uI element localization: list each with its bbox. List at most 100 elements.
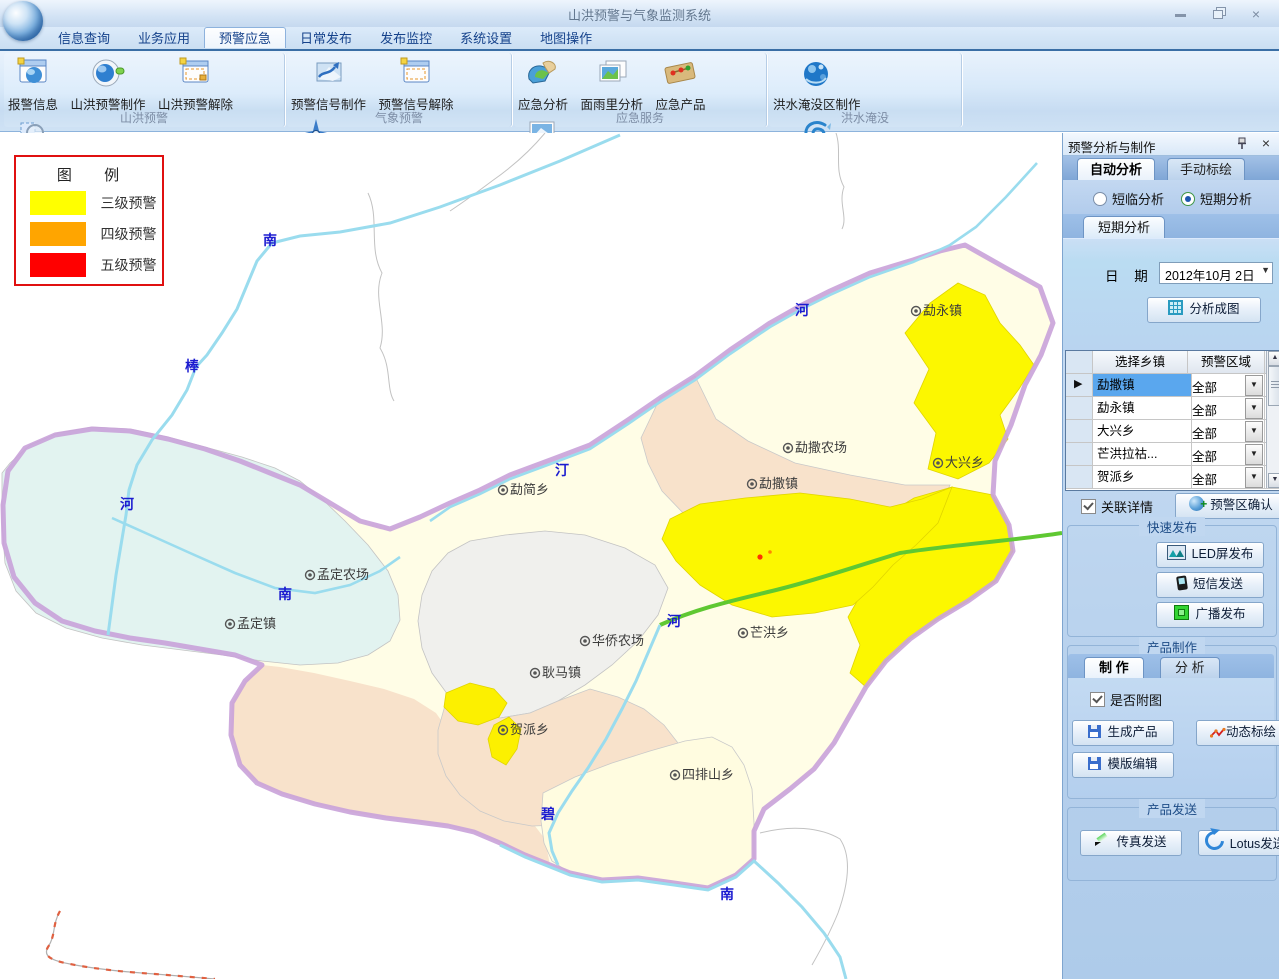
legend-swatch-level5 [30, 253, 86, 277]
scroll-up-icon[interactable]: ▲ [1268, 351, 1279, 366]
chevron-down-icon[interactable]: ▼ [1245, 421, 1263, 442]
flood-zone-create-icon [797, 57, 837, 91]
confirm-warning-area-button[interactable]: 预警区确认 [1175, 493, 1279, 519]
border-line [46, 911, 215, 979]
town-selection-table: 选择乡镇 预警区域 ▶ 勐撒镇 全部▼ 勐永镇 全部▼ 大兴乡 全部▼ 芒洪拉祜… [1065, 350, 1279, 491]
flood-warning-cancel-icon [178, 57, 212, 91]
attach-map-checkbox[interactable]: 是否附图 [1090, 690, 1162, 710]
legend-item: 五级预警 [30, 253, 162, 281]
sms-send-button[interactable]: 短信发送 [1156, 572, 1264, 598]
chevron-down-icon[interactable]: ▼ [1245, 375, 1263, 396]
svg-text:勐撒镇: 勐撒镇 [759, 476, 798, 491]
svg-text:勐撒农场: 勐撒农场 [795, 440, 847, 455]
svg-text:四排山乡: 四排山乡 [682, 767, 734, 782]
app-logo-globe-icon [3, 1, 43, 41]
flood-warning-create-icon [88, 57, 128, 91]
panel-header: 预警分析与制作 × [1063, 133, 1279, 156]
make-body: 是否附图 生成产品 动态标绘 模版编辑 [1068, 678, 1274, 796]
chevron-down-icon[interactable]: ▼ [1245, 398, 1263, 419]
area-rainfall-analysis-icon [594, 57, 630, 91]
table-row[interactable]: 芒洪拉祜... 全部▼ [1066, 443, 1279, 466]
date-combobox[interactable]: 2012年10月 2日 ▼ [1159, 262, 1273, 284]
legend-item: 四级预警 [30, 222, 162, 250]
ribbon-group-weather-warning: 预警信号制作 预警信号解除 产品查询 气象预警 [287, 53, 512, 127]
svg-text:孟定农场: 孟定农场 [317, 567, 369, 582]
svg-text:华侨农场: 华侨农场 [592, 633, 644, 648]
flood-warning-create-button[interactable]: 山洪预警制作 [66, 53, 149, 113]
restore-button[interactable] [1203, 6, 1233, 22]
tab-info-query[interactable]: 信息查询 [44, 28, 124, 48]
table-row[interactable]: 勐永镇 全部▼ [1066, 397, 1279, 420]
chevron-down-icon[interactable]: ▼ [1245, 444, 1263, 465]
chevron-down-icon[interactable]: ▼ [1245, 467, 1263, 488]
broadcast-publish-button[interactable]: 广播发布 [1156, 602, 1264, 628]
table-row[interactable]: ▶ 勐撒镇 全部▼ [1066, 374, 1279, 397]
tab-auto-analysis[interactable]: 自动分析 [1077, 158, 1155, 180]
column-header-town[interactable]: 选择乡镇 [1093, 351, 1188, 374]
lotus-send-button[interactable]: Lotus发送 [1198, 830, 1279, 856]
generate-product-button[interactable]: 生成产品 [1072, 720, 1174, 746]
alert-dot [757, 554, 762, 559]
legend-title: 图 例 [28, 164, 162, 185]
link-detail-checkbox[interactable]: 关联详情 [1081, 497, 1153, 517]
tab-business[interactable]: 业务应用 [124, 28, 204, 48]
dynamic-plot-panel-button[interactable]: 动态标绘 [1196, 720, 1279, 746]
tab-publish-monitor[interactable]: 发布监控 [366, 28, 446, 48]
minimize-button[interactable] [1165, 6, 1195, 22]
river-label: 棒 [185, 358, 200, 374]
pin-icon[interactable] [1236, 137, 1248, 150]
group-title: 产品发送 [1139, 799, 1205, 818]
column-header-area[interactable]: 预警区域 [1188, 351, 1265, 374]
close-button[interactable]: × [1241, 6, 1271, 22]
region-mengding-cyan[interactable] [2, 427, 400, 665]
ribbon-group-title: 洪水淹没 [769, 109, 961, 126]
river-label: 碧 [540, 806, 555, 822]
emergency-analysis-button[interactable]: 应急分析 [514, 53, 572, 113]
scrollbar-thumb[interactable] [1268, 366, 1279, 406]
svg-text:耿马镇: 耿马镇 [542, 665, 581, 680]
globe-plus-icon [1189, 496, 1204, 511]
scroll-down-icon[interactable]: ▼ [1268, 473, 1279, 488]
signal-create-icon [311, 57, 347, 91]
alarm-info-button[interactable]: 报警信息 [4, 53, 62, 113]
link-detail-row: 关联详情 预警区确认 [1063, 493, 1279, 519]
emergency-product-button[interactable]: 应急产品 [651, 53, 709, 113]
tab-analyze[interactable]: 分 析 [1160, 657, 1220, 678]
signal-create-button[interactable]: 预警信号制作 [287, 53, 370, 113]
current-row-icon: ▶ [1074, 377, 1082, 390]
tab-manual-plot[interactable]: 手动标绘 [1167, 158, 1245, 180]
led-publish-button[interactable]: LED屏发布 [1156, 542, 1264, 568]
border-dashes [46, 911, 215, 979]
table-row[interactable]: 大兴乡 全部▼ [1066, 420, 1279, 443]
tab-warning-emergency[interactable]: 预警应急 [204, 27, 286, 48]
fax-send-button[interactable]: 传真发送 [1080, 830, 1182, 856]
subtab-strip: 短期分析 [1063, 214, 1279, 238]
product-send-group: 产品发送 传真发送 Lotus发送 [1067, 807, 1277, 881]
svg-text:芒洪乡: 芒洪乡 [750, 625, 789, 640]
floppy-disk-icon [1088, 725, 1101, 738]
flood-zone-create-button[interactable]: 洪水淹没区制作 [769, 53, 865, 113]
tab-make[interactable]: 制 作 [1084, 657, 1144, 678]
analyze-map-button[interactable]: 分析成图 [1147, 297, 1261, 323]
template-edit-button[interactable]: 模版编辑 [1072, 752, 1174, 778]
area-rainfall-analysis-button[interactable]: 面雨里分析 [576, 53, 647, 113]
table-header-row: 选择乡镇 预警区域 [1066, 351, 1279, 374]
radio-short-term-nowcast[interactable]: 短临分析 [1093, 189, 1164, 209]
tab-map-operation[interactable]: 地图操作 [526, 28, 606, 48]
red-plot-icon [1210, 727, 1226, 739]
tab-system-settings[interactable]: 系统设置 [446, 28, 526, 48]
table-scrollbar[interactable]: ▲ ▼ [1266, 351, 1279, 488]
chevron-down-icon[interactable]: ▼ [1261, 265, 1270, 275]
ribbon-group-mountain-flood: 报警信息 山洪预警制作 山洪预警解除 预警查询 山洪预警 [4, 53, 285, 127]
signal-cancel-button[interactable]: 预警信号解除 [374, 53, 457, 113]
panel-close-icon[interactable]: × [1262, 136, 1270, 150]
flood-warning-cancel-button[interactable]: 山洪预警解除 [154, 53, 237, 113]
svg-text:勐简乡: 勐简乡 [510, 482, 549, 497]
tab-daily-publish[interactable]: 日常发布 [286, 28, 366, 48]
title-bar: 山洪预警与气象监测系统 × [0, 0, 1279, 27]
admin-line [760, 828, 847, 965]
table-row[interactable]: 贺派乡 全部▼ [1066, 466, 1279, 489]
subtab-short-period[interactable]: 短期分析 [1083, 216, 1165, 238]
radio-short-term-period[interactable]: 短期分析 [1181, 189, 1252, 209]
svg-text:贺派乡: 贺派乡 [510, 722, 549, 737]
